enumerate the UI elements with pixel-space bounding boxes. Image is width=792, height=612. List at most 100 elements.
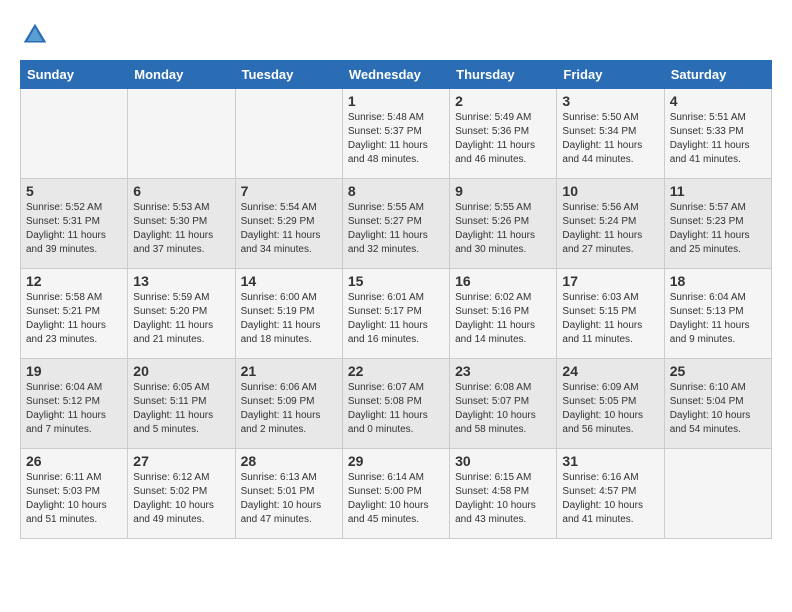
day-info: Sunrise: 6:12 AM Sunset: 5:02 PM Dayligh… <box>133 471 229 527</box>
calendar-cell: 19Sunrise: 6:04 AM Sunset: 5:12 PM Dayli… <box>21 359 128 449</box>
calendar-cell: 24 Sunrise: 6:09 AM Sunset: 5:05 PM Dayli… <box>557 359 664 449</box>
day-info: Sunrise: 6:05 AM Sunset: 5:11 PM Dayligh… <box>133 381 229 437</box>
day-number: 30 <box>455 453 551 469</box>
calendar-header-row: SundayMondayTuesdayWednesdayThursdayFrid… <box>21 61 772 89</box>
day-info: Sunrise: 5:55 AM Sunset: 5:27 PM Dayligh… <box>348 201 444 257</box>
calendar-cell: 8 Sunrise: 5:55 AM Sunset: 5:27 PM Daylig… <box>342 179 449 269</box>
calendar-cell: 11 Sunrise: 5:57 AM Sunset: 5:23 PM Dayli… <box>664 179 771 269</box>
day-number: 20 <box>133 363 229 379</box>
day-info: Sunrise: 6:11 AM Sunset: 5:03 PM Dayligh… <box>26 471 122 527</box>
day-info: Sunrise: 5:56 AM Sunset: 5:24 PM Dayligh… <box>562 201 658 257</box>
logo <box>20 20 54 50</box>
day-info: Sunrise: 5:55 AM Sunset: 5:26 PM Dayligh… <box>455 201 551 257</box>
calendar-table: SundayMondayTuesdayWednesdayThursdayFrid… <box>20 60 772 539</box>
day-info: Sunrise: 5:58 AM Sunset: 5:21 PM Dayligh… <box>26 291 122 347</box>
day-info: Sunrise: 5:48 AM Sunset: 5:37 PM Dayligh… <box>348 111 444 167</box>
day-header-thursday: Thursday <box>450 61 557 89</box>
day-info: Sunrise: 6:04 AM Sunset: 5:13 PM Dayligh… <box>670 291 766 347</box>
day-info: Sunrise: 5:59 AM Sunset: 5:20 PM Dayligh… <box>133 291 229 347</box>
calendar-cell: 14 Sunrise: 6:00 AM Sunset: 5:19 PM Dayli… <box>235 269 342 359</box>
week-row-4: 19Sunrise: 6:04 AM Sunset: 5:12 PM Dayli… <box>21 359 772 449</box>
day-number: 14 <box>241 273 337 289</box>
calendar-cell: 10 Sunrise: 5:56 AM Sunset: 5:24 PM Dayli… <box>557 179 664 269</box>
day-number: 18 <box>670 273 766 289</box>
calendar-cell <box>128 89 235 179</box>
day-number: 8 <box>348 183 444 199</box>
week-row-3: 12Sunrise: 5:58 AM Sunset: 5:21 PM Dayli… <box>21 269 772 359</box>
calendar-cell: 13 Sunrise: 5:59 AM Sunset: 5:20 PM Dayli… <box>128 269 235 359</box>
calendar-cell: 28Sunrise: 6:13 AM Sunset: 5:01 PM Dayli… <box>235 449 342 539</box>
day-info: Sunrise: 6:14 AM Sunset: 5:00 PM Dayligh… <box>348 471 444 527</box>
day-number: 3 <box>562 93 658 109</box>
week-row-1: 1 Sunrise: 5:48 AM Sunset: 5:37 PM Daylig… <box>21 89 772 179</box>
day-info: Sunrise: 6:07 AM Sunset: 5:08 PM Dayligh… <box>348 381 444 437</box>
day-number: 28 <box>241 453 337 469</box>
calendar-cell: 26 Sunrise: 6:11 AM Sunset: 5:03 PM Dayli… <box>21 449 128 539</box>
day-number: 25 <box>670 363 766 379</box>
day-number: 4 <box>670 93 766 109</box>
day-number: 10 <box>562 183 658 199</box>
day-info: Sunrise: 6:00 AM Sunset: 5:19 PM Dayligh… <box>241 291 337 347</box>
day-info: Sunrise: 5:54 AM Sunset: 5:29 PM Dayligh… <box>241 201 337 257</box>
day-header-sunday: Sunday <box>21 61 128 89</box>
day-info: Sunrise: 5:52 AM Sunset: 5:31 PM Dayligh… <box>26 201 122 257</box>
day-header-monday: Monday <box>128 61 235 89</box>
day-info: Sunrise: 5:49 AM Sunset: 5:36 PM Dayligh… <box>455 111 551 167</box>
day-info: Sunrise: 6:09 AM Sunset: 5:05 PM Dayligh… <box>562 381 658 437</box>
calendar-cell: 17 Sunrise: 6:03 AM Sunset: 5:15 PM Dayli… <box>557 269 664 359</box>
calendar-cell: 27 Sunrise: 6:12 AM Sunset: 5:02 PM Dayli… <box>128 449 235 539</box>
day-number: 9 <box>455 183 551 199</box>
day-number: 17 <box>562 273 658 289</box>
day-number: 19 <box>26 363 122 379</box>
day-info: Sunrise: 6:03 AM Sunset: 5:15 PM Dayligh… <box>562 291 658 347</box>
day-number: 15 <box>348 273 444 289</box>
day-info: Sunrise: 5:53 AM Sunset: 5:30 PM Dayligh… <box>133 201 229 257</box>
calendar-cell: 16 Sunrise: 6:02 AM Sunset: 5:16 PM Dayli… <box>450 269 557 359</box>
week-row-5: 26 Sunrise: 6:11 AM Sunset: 5:03 PM Dayli… <box>21 449 772 539</box>
week-row-2: 5 Sunrise: 5:52 AM Sunset: 5:31 PM Daylig… <box>21 179 772 269</box>
calendar-cell: 25 Sunrise: 6:10 AM Sunset: 5:04 PM Dayli… <box>664 359 771 449</box>
calendar-cell: 5 Sunrise: 5:52 AM Sunset: 5:31 PM Daylig… <box>21 179 128 269</box>
day-number: 11 <box>670 183 766 199</box>
calendar-cell <box>235 89 342 179</box>
day-number: 7 <box>241 183 337 199</box>
day-number: 13 <box>133 273 229 289</box>
day-header-tuesday: Tuesday <box>235 61 342 89</box>
day-info: Sunrise: 5:57 AM Sunset: 5:23 PM Dayligh… <box>670 201 766 257</box>
day-number: 26 <box>26 453 122 469</box>
day-header-wednesday: Wednesday <box>342 61 449 89</box>
day-number: 24 <box>562 363 658 379</box>
day-info: Sunrise: 5:50 AM Sunset: 5:34 PM Dayligh… <box>562 111 658 167</box>
calendar-cell: 20 Sunrise: 6:05 AM Sunset: 5:11 PM Dayli… <box>128 359 235 449</box>
day-number: 21 <box>241 363 337 379</box>
calendar-cell: 4Sunrise: 5:51 AM Sunset: 5:33 PM Daylig… <box>664 89 771 179</box>
day-info: Sunrise: 6:16 AM Sunset: 4:57 PM Dayligh… <box>562 471 658 527</box>
day-number: 6 <box>133 183 229 199</box>
day-header-saturday: Saturday <box>664 61 771 89</box>
calendar-cell <box>21 89 128 179</box>
calendar-cell: 6 Sunrise: 5:53 AM Sunset: 5:30 PM Daylig… <box>128 179 235 269</box>
calendar-cell: 2Sunrise: 5:49 AM Sunset: 5:36 PM Daylig… <box>450 89 557 179</box>
day-number: 16 <box>455 273 551 289</box>
day-number: 5 <box>26 183 122 199</box>
calendar-cell: 7 Sunrise: 5:54 AM Sunset: 5:29 PM Daylig… <box>235 179 342 269</box>
calendar-cell: 22 Sunrise: 6:07 AM Sunset: 5:08 PM Dayli… <box>342 359 449 449</box>
day-info: Sunrise: 6:10 AM Sunset: 5:04 PM Dayligh… <box>670 381 766 437</box>
day-info: Sunrise: 6:15 AM Sunset: 4:58 PM Dayligh… <box>455 471 551 527</box>
day-header-friday: Friday <box>557 61 664 89</box>
day-info: Sunrise: 6:02 AM Sunset: 5:16 PM Dayligh… <box>455 291 551 347</box>
day-number: 23 <box>455 363 551 379</box>
day-info: Sunrise: 6:08 AM Sunset: 5:07 PM Dayligh… <box>455 381 551 437</box>
day-number: 1 <box>348 93 444 109</box>
day-number: 22 <box>348 363 444 379</box>
calendar-cell: 21Sunrise: 6:06 AM Sunset: 5:09 PM Dayli… <box>235 359 342 449</box>
calendar-cell: 1 Sunrise: 5:48 AM Sunset: 5:37 PM Daylig… <box>342 89 449 179</box>
day-number: 27 <box>133 453 229 469</box>
calendar-cell: 31Sunrise: 6:16 AM Sunset: 4:57 PM Dayli… <box>557 449 664 539</box>
page-header <box>20 20 772 50</box>
calendar-cell <box>664 449 771 539</box>
calendar-cell: 9 Sunrise: 5:55 AM Sunset: 5:26 PM Daylig… <box>450 179 557 269</box>
day-number: 29 <box>348 453 444 469</box>
calendar-cell: 15 Sunrise: 6:01 AM Sunset: 5:17 PM Dayli… <box>342 269 449 359</box>
day-info: Sunrise: 6:01 AM Sunset: 5:17 PM Dayligh… <box>348 291 444 347</box>
